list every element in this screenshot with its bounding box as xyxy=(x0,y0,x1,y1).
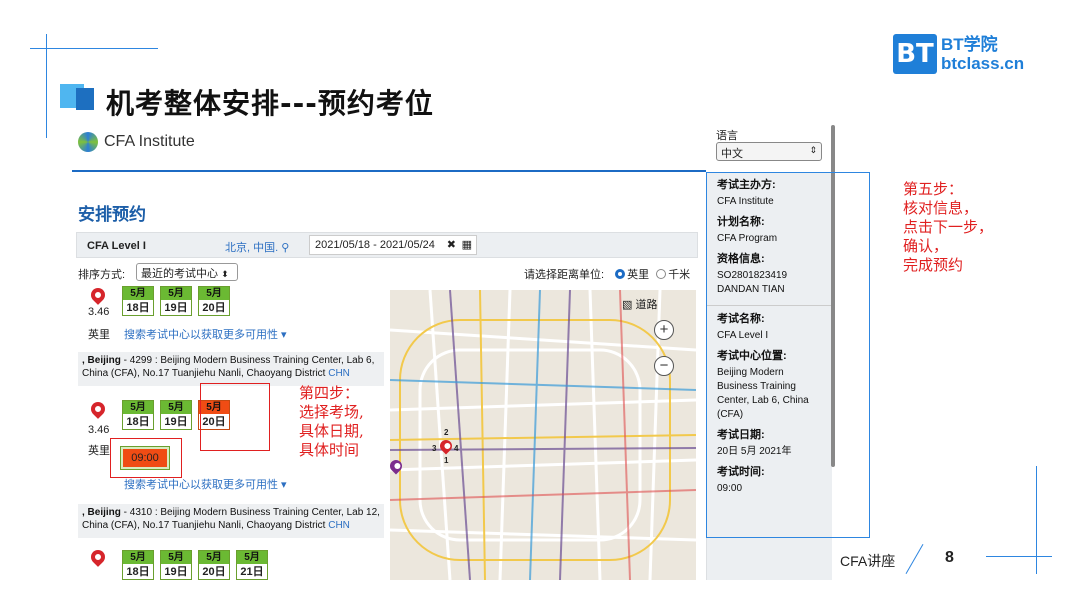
step5-annotation: 第五步： 核对信息， 点击下一步， 确认， 完成预约 xyxy=(903,180,994,274)
cfa-brand: CFA Institute xyxy=(104,133,195,150)
map-layer-icon: ▧ xyxy=(622,299,633,311)
header-divider xyxy=(72,170,706,172)
language-select[interactable]: 中文 ⇕ xyxy=(716,142,822,161)
language-selected: 中文 xyxy=(721,148,743,160)
map-roads xyxy=(390,290,696,580)
corner-line-vertical-right xyxy=(1036,466,1037,574)
footer-divider xyxy=(905,544,924,574)
more-availability-link[interactable]: 搜索考试中心以获取更多可用性 ▾ xyxy=(124,476,287,492)
corner-line-horizontal-left xyxy=(30,48,158,49)
location-link[interactable]: 北京, 中国. ⚲ xyxy=(225,239,289,255)
bt-logo: BT BT学院 btclass.cn xyxy=(893,33,1024,75)
location-text: 北京, 中国. xyxy=(225,242,279,254)
center-country: CHN xyxy=(328,368,350,379)
center-pin xyxy=(88,399,108,419)
search-bar: CFA Level I 北京, 中国. ⚲ 2021/05/18 - 2021/… xyxy=(76,232,698,258)
bt-logo-line2: btclass.cn xyxy=(941,54,1025,73)
date-button[interactable]: 5月 19日 xyxy=(160,400,192,430)
highlight-date xyxy=(200,383,270,451)
date-button[interactable]: 5月 20日 xyxy=(198,286,230,316)
exam-level: CFA Level I xyxy=(87,240,146,252)
date-button[interactable]: 5月 18日 xyxy=(122,286,154,316)
date-button[interactable]: 5月 20日 xyxy=(198,550,230,580)
distance-unit: 英里 xyxy=(88,329,110,341)
date-button[interactable]: 5月 19日 xyxy=(160,286,192,316)
date-button[interactable]: 5月 21日 xyxy=(236,550,268,580)
corner-line-vertical-left xyxy=(46,34,47,138)
distance-unit-label: 请选择距离单位: xyxy=(524,269,605,281)
map-road-toggle[interactable]: ▧ 道路 xyxy=(622,296,657,312)
sort-label: 排序方式: xyxy=(78,269,126,281)
title-mark-dark xyxy=(76,88,94,110)
date-button[interactable]: 5月 18日 xyxy=(122,550,154,580)
date-range-field[interactable]: 2021/05/18 - 2021/05/24 ✖ ▦ xyxy=(309,235,477,255)
radio-miles-label: 英里 xyxy=(627,269,650,281)
slide-title: 机考整体安排---预约考位 xyxy=(106,87,434,120)
location-pin-icon: ⚲ xyxy=(281,242,290,254)
radio-km[interactable] xyxy=(656,269,667,279)
zoom-in-button[interactable]: + xyxy=(654,320,674,340)
test-center-row[interactable]: , Beijing - 4299 : Beijing Modern Busine… xyxy=(78,352,384,386)
center-pin xyxy=(88,547,108,567)
date-button[interactable]: 5月 19日 xyxy=(160,550,192,580)
calendar-icon[interactable]: ▦ xyxy=(462,238,472,251)
corner-line-horizontal-right xyxy=(986,556,1052,557)
map-marker-label: 1 xyxy=(444,456,449,465)
highlight-time xyxy=(110,438,182,478)
clear-icon[interactable]: ✖ xyxy=(447,238,456,251)
cfa-logo-icon xyxy=(78,132,98,152)
center-city: , Beijing xyxy=(82,507,121,518)
center-distance: 3.46 xyxy=(88,424,110,436)
cfa-logo[interactable]: CFA Institute xyxy=(78,132,195,152)
date-button[interactable]: 5月 18日 xyxy=(122,400,154,430)
bt-logo-mark: BT xyxy=(893,34,937,74)
center-distance: 3.46 xyxy=(88,306,110,318)
page-title: 安排预约 xyxy=(78,205,146,224)
map-marker-label: 2 xyxy=(444,428,449,437)
distance-unit-group: 请选择距离单位: 英里 千米 xyxy=(524,266,690,282)
test-center-row[interactable]: , Beijing - 4310 : Beijing Modern Busine… xyxy=(78,504,384,538)
highlight-summary xyxy=(706,172,870,538)
more-availability-link[interactable]: 搜索考试中心以获取更多可用性 ▾ xyxy=(124,326,287,342)
date-range-value: 2021/05/18 - 2021/05/24 xyxy=(315,239,435,251)
map-marker-label: 3 xyxy=(432,444,437,453)
select-arrows-icon: ⬍ xyxy=(221,269,229,279)
language-label: 语言 xyxy=(716,130,738,142)
zoom-out-button[interactable]: − xyxy=(654,356,674,376)
center-country: CHN xyxy=(328,520,350,531)
footer-label: CFA讲座 xyxy=(840,553,896,569)
radio-miles[interactable] xyxy=(615,269,626,279)
map-view[interactable]: ▧ 道路 + − 2 3 4 1 xyxy=(390,290,696,580)
center-city: , Beijing xyxy=(82,355,121,366)
distance-unit: 英里 xyxy=(88,445,110,457)
sort-select[interactable]: 最近的考试中心 ⬍ xyxy=(136,263,238,281)
bt-logo-line1: BT学院 xyxy=(941,35,998,54)
map-marker-label: 4 xyxy=(454,444,459,453)
center-pin xyxy=(88,285,108,305)
sort-selected: 最近的考试中心 xyxy=(141,268,218,280)
radio-km-label: 千米 xyxy=(668,269,691,281)
step4-annotation: 第四步： 选择考场, 具体日期, 具体时间 xyxy=(299,384,364,459)
page-number: 8 xyxy=(945,549,954,566)
select-arrows-icon: ⇕ xyxy=(809,145,817,155)
